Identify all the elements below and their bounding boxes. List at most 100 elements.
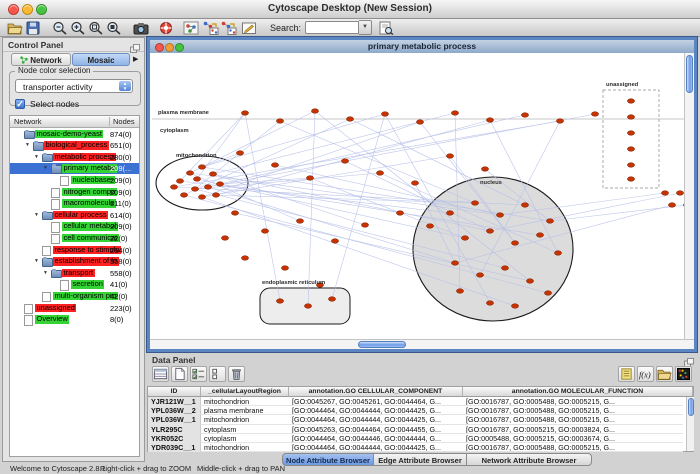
attribute-cell[interactable]: mitochondrion [201, 397, 289, 406]
canvas-vertical-scrollbar[interactable] [684, 53, 694, 339]
network-view-frame: primary metabolic process plasma membran… [147, 37, 697, 352]
combobox-stepper-icon[interactable]: ▲▼ [119, 81, 131, 91]
attribute-cell[interactable]: [GO:0044464, GO:0044444, GO:0044425, G..… [289, 443, 463, 452]
column-header[interactable]: _cellularLayoutRegion [201, 387, 289, 397]
table-vscroll-thumb[interactable] [688, 398, 694, 416]
tree-row-unassigned[interactable]: unassigned223(0) [10, 302, 139, 314]
row-id-cell[interactable]: YPL036W__1 [148, 415, 201, 424]
expand-arrow-icon[interactable]: ▼ [34, 154, 39, 160]
expand-arrow-icon[interactable]: ▼ [34, 212, 39, 218]
tab-mosaic[interactable]: Mosaic [72, 53, 130, 66]
tree-row-cell-communicat[interactable]: cell communicat22(0) [10, 232, 139, 244]
attribute-cell[interactable]: [GO:0016787, GO:0005488, GO:0005215, G..… [463, 443, 683, 452]
matrix-icon[interactable] [675, 366, 692, 382]
attribute-cell[interactable]: [GO:0044464, GO:0044446, GO:0044444, G..… [289, 434, 463, 443]
select-nodes-checkbox[interactable]: ✓ [15, 99, 25, 109]
attribute-cell[interactable]: mitochondrion [201, 443, 289, 452]
attribute-cell[interactable]: [GO:0045263, GO:0044464, GO:0044455, G..… [289, 425, 463, 434]
import-attributes-icon[interactable] [656, 366, 673, 382]
expand-arrow-icon[interactable]: ▼ [34, 258, 39, 264]
canvas-hscroll-thumb[interactable] [358, 341, 406, 348]
attribute-cell[interactable]: [GO:0005488, GO:0005215, GO:0003674, G..… [463, 434, 683, 443]
attribute-cell[interactable]: [GO:0044464, GO:0044444, GO:0044425, G..… [289, 406, 463, 415]
save-icon[interactable] [25, 21, 41, 35]
attribute-cell[interactable]: [GO:0016787, GO:0005488, GO:0005215, G..… [463, 397, 683, 406]
tree-row-primary-metabo[interactable]: ▼primary metabo209(... [10, 163, 139, 175]
attribute-cell[interactable]: [GO:0045267, GO:0045261, GO:0044464, G..… [289, 397, 463, 406]
node-color-combobox[interactable]: transporter activity ▲▼ [15, 79, 133, 93]
attribute-cell[interactable]: plasma membrane [201, 406, 289, 415]
tree-row-label: primary metabo [62, 164, 117, 173]
tab-network[interactable]: Network [11, 53, 71, 66]
data-panel-float-icon[interactable] [684, 354, 694, 363]
tab-overflow-arrow[interactable]: ▶ [133, 55, 138, 63]
data-panel-title: Data Panel [152, 355, 195, 365]
zoom-selected-icon[interactable] [88, 21, 104, 35]
unselect-attributes-icon[interactable] [209, 366, 226, 382]
report-icon[interactable] [618, 366, 635, 382]
tree-row-count: 311(0) [110, 199, 131, 208]
tree-row-count: 209(0) [110, 176, 132, 185]
attribute-cell[interactable]: [GO:0016787, GO:0005488, GO:0005215, G..… [463, 415, 683, 424]
row-id-cell[interactable]: YLR295C [148, 425, 201, 434]
column-header[interactable]: ID [148, 387, 201, 397]
window-title: Cytoscape Desktop (New Session) [0, 3, 700, 14]
expand-arrow-icon[interactable]: ▼ [25, 142, 30, 148]
expand-arrow-icon[interactable]: ▼ [43, 270, 48, 276]
network-view-icon-1[interactable] [203, 21, 219, 35]
tree-row-biological-process[interactable]: ▼biological_process651(0) [10, 140, 139, 152]
canvas-horizontal-scrollbar[interactable] [150, 339, 694, 349]
tree-row-metabolic-process[interactable]: ▼metabolic process280(0) [10, 151, 139, 163]
attribute-cell[interactable]: cytoplasm [201, 425, 289, 434]
tree-row-nitrogen-compo[interactable]: nitrogen compo209(0) [10, 186, 139, 198]
tree-row-transport[interactable]: ▼transport558(0) [10, 267, 139, 279]
expand-arrow-icon[interactable]: ▼ [43, 165, 48, 171]
tree-row-mosaic-demo-yeast[interactable]: mosaic-demo-yeast874(0) [10, 128, 139, 140]
network-frame-titlebar[interactable]: primary metabolic process [150, 40, 694, 54]
row-id-cell[interactable]: YJR121W__1 [148, 397, 201, 406]
canvas-vscroll-thumb[interactable] [686, 55, 693, 93]
attribute-cell[interactable]: cytoplasm [201, 434, 289, 443]
vizmapper-icon[interactable] [183, 21, 199, 35]
attribute-table[interactable]: ID_cellularLayoutRegionannotation.GO CEL… [147, 386, 694, 452]
attribute-cell[interactable]: [GO:0016787, GO:0005488, GO:0005215, G..… [463, 406, 683, 415]
float-panel-icon[interactable] [130, 40, 140, 49]
file-icon [42, 292, 51, 303]
attribute-cell[interactable]: [GO:0044464, GO:0044444, GO:0044425, G..… [289, 415, 463, 424]
attribute-cell[interactable]: mitochondrion [201, 415, 289, 424]
search-dropdown-arrow-icon[interactable]: ▼ [359, 20, 372, 35]
zoom-in-icon[interactable] [70, 21, 86, 35]
annotation-icon[interactable] [241, 21, 257, 35]
search-options-icon[interactable] [378, 21, 394, 35]
tree-row-establishment-of-lo[interactable]: ▼establishment of lo558(0) [10, 256, 139, 268]
new-attribute-icon[interactable] [171, 366, 188, 382]
attribute-cell[interactable]: [GO:0016787, GO:0005215, GO:0003824, G..… [463, 425, 683, 434]
network-canvas[interactable]: plasma membranecytoplasmmitochondrionnuc… [150, 53, 694, 349]
zoom-out-icon[interactable] [52, 21, 68, 35]
table-panel-icon[interactable] [152, 366, 169, 382]
row-id-cell[interactable]: YPL036W__2 [148, 406, 201, 415]
tree-row-secretion[interactable]: secretion41(0) [10, 279, 139, 291]
tree-row-nucleobase-[interactable]: nucleobase-209(0) [10, 174, 139, 186]
select-attributes-icon[interactable] [190, 366, 207, 382]
tree-row-response-to-stimulu[interactable]: response to stimulu264(0) [10, 244, 139, 256]
tree-row-cellular-process[interactable]: ▼cellular process614(0) [10, 209, 139, 221]
snapshot-icon[interactable] [133, 21, 149, 35]
row-id-cell[interactable]: YKR052C [148, 434, 201, 443]
tree-row-overview[interactable]: Overview8(0) [10, 314, 139, 326]
table-vertical-scrollbar[interactable] [686, 397, 694, 451]
delete-attribute-icon[interactable] [228, 366, 245, 382]
help-ring-icon[interactable] [158, 21, 174, 35]
column-header[interactable]: annotation.GO CELLULAR_COMPONENT [289, 387, 463, 397]
row-id-cell[interactable]: YDR039C__1 [148, 443, 201, 452]
tree-header-nodes: Nodes [109, 117, 135, 126]
tree-row-cellular-metabol[interactable]: cellular metabol209(0) [10, 221, 139, 233]
search-input[interactable] [305, 21, 359, 34]
open-file-icon[interactable] [7, 21, 23, 35]
zoom-fit-icon[interactable] [106, 21, 122, 35]
tree-row-macromolecule[interactable]: macromolecule311(0) [10, 198, 139, 210]
tree-row-multi-organism-pro[interactable]: multi-organism pro42(0) [10, 290, 139, 302]
network-view-icon-2[interactable] [221, 21, 237, 35]
column-header[interactable]: annotation.GO MOLECULAR_FUNCTION [463, 387, 693, 397]
function-builder-icon[interactable]: f(x) [637, 366, 654, 382]
